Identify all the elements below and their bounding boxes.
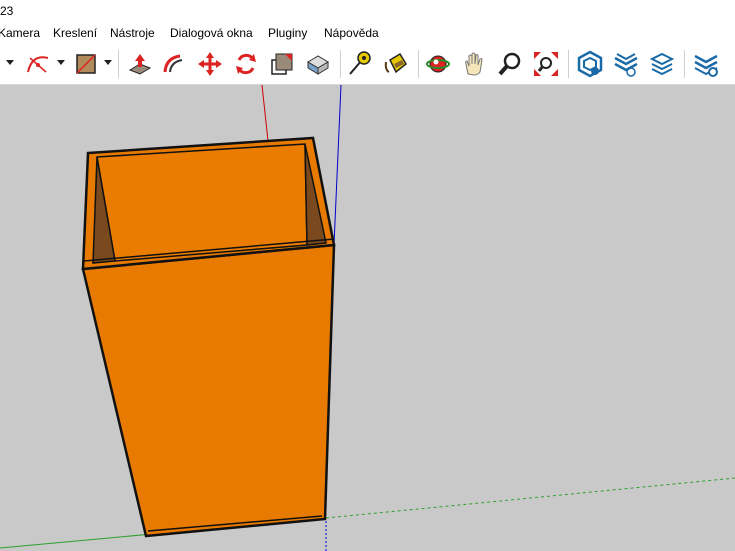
rotate-tool-button[interactable] xyxy=(232,50,260,78)
toolbar-separator xyxy=(418,50,419,78)
menu-dialogova-okna[interactable]: Dialogová okna xyxy=(170,26,253,40)
menu-nastroje[interactable]: Nástroje xyxy=(110,26,155,40)
drawing-viewport[interactable] xyxy=(0,85,735,551)
main-toolbar xyxy=(0,44,735,85)
rectangle-icon xyxy=(76,54,96,74)
zoom-extents-tool-button[interactable] xyxy=(532,50,560,78)
zoom-extents-icon xyxy=(534,52,558,76)
move-icon xyxy=(198,52,222,76)
menu-napoveda[interactable]: Nápověda xyxy=(324,26,379,40)
offset-tool-button[interactable] xyxy=(304,50,332,78)
extension-manager-icon xyxy=(694,54,718,77)
paint-bucket-icon xyxy=(384,52,407,74)
orange-box-model[interactable] xyxy=(81,136,336,538)
menu-kamera[interactable]: Kamera xyxy=(0,26,40,40)
model-scene xyxy=(0,85,735,551)
window-title: 23 xyxy=(0,4,14,18)
red-axis xyxy=(261,85,269,142)
tape-measure-tool-button[interactable] xyxy=(346,50,374,78)
extension-warehouse-icon xyxy=(614,53,638,77)
arc-icon xyxy=(27,56,49,73)
scale-icon xyxy=(271,53,293,75)
rotate-icon xyxy=(236,53,256,75)
pan-tool-button[interactable] xyxy=(460,50,488,78)
menu-pluginy[interactable]: Pluginy xyxy=(268,26,307,40)
warehouse-tool-button[interactable] xyxy=(576,50,604,78)
box-front-face xyxy=(81,243,336,538)
arc-dropdown-arrow[interactable] xyxy=(57,60,65,65)
tape-measure-icon xyxy=(349,51,371,75)
layers-icon xyxy=(649,52,675,76)
toolbar-separator xyxy=(568,50,569,78)
follow-me-tool-button[interactable] xyxy=(160,50,188,78)
toolbar-separator xyxy=(118,50,119,78)
extension-manager-tool-button[interactable] xyxy=(692,50,720,78)
arc-tool-button[interactable] xyxy=(24,50,52,78)
offset-icon xyxy=(307,55,329,75)
magnifier-icon xyxy=(498,52,521,76)
paint-bucket-tool-button[interactable] xyxy=(382,50,410,78)
menu-kresleni[interactable]: Kreslení xyxy=(53,26,97,40)
zoom-tool-button[interactable] xyxy=(496,50,524,78)
warehouse-icon xyxy=(577,50,603,78)
hand-icon xyxy=(465,52,483,76)
orbit-tool-button[interactable] xyxy=(424,50,452,78)
layout-tool-button[interactable] xyxy=(648,50,676,78)
move-tool-button[interactable] xyxy=(196,50,224,78)
push-pull-tool-button[interactable] xyxy=(126,50,154,78)
follow-me-icon xyxy=(163,54,183,73)
blue-axis xyxy=(333,85,342,246)
shape-tool-button[interactable] xyxy=(72,50,100,78)
green-axis-dotted xyxy=(325,477,735,519)
toolbar-separator xyxy=(684,50,685,78)
toolbar-separator xyxy=(340,50,341,78)
eraser-dropdown-arrow[interactable] xyxy=(6,60,14,65)
push-pull-icon xyxy=(128,54,152,75)
menu-bar: Kamera Kreslení Nástroje Dialogová okna … xyxy=(0,22,735,44)
shape-dropdown-arrow[interactable] xyxy=(104,60,112,65)
extension-warehouse-tool-button[interactable] xyxy=(612,50,640,78)
orbit-icon xyxy=(426,55,450,73)
scale-tool-button[interactable] xyxy=(268,50,296,78)
title-bar: 23 xyxy=(0,0,735,22)
